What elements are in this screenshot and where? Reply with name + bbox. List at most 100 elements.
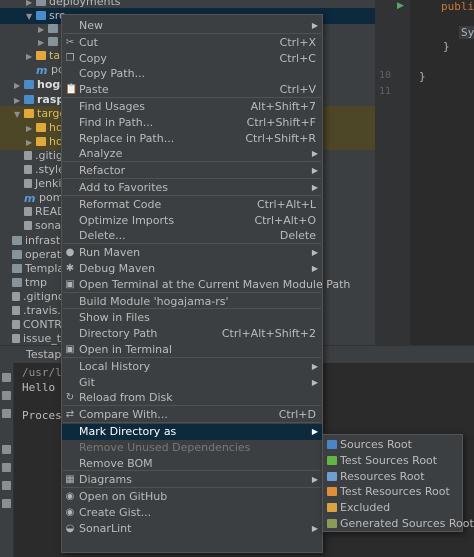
menu-item-shortcut: Ctrl+D — [278, 408, 316, 422]
menu-item-label: Cut — [79, 35, 98, 49]
submenu-item-sources-root[interactable]: Sources Root — [323, 437, 462, 453]
print-icon[interactable] — [2, 481, 11, 490]
tree-item-label: tmp — [25, 276, 48, 289]
menu-item-show-in-files[interactable]: Show in Files — [62, 310, 322, 326]
menu-separator — [63, 487, 321, 489]
menu-separator — [63, 194, 321, 196]
menu-item-debug-maven[interactable]: ✱ Debug Maven ▶ — [62, 261, 322, 277]
line-number: 11 — [379, 86, 392, 97]
submenu-item-resources-root[interactable]: Resources Root — [323, 469, 462, 485]
folder-icon — [327, 440, 337, 449]
folder-icon — [327, 471, 337, 481]
folder-icon — [12, 250, 22, 259]
menu-item-label: Open Terminal at the Current Maven Modul… — [79, 277, 351, 291]
menu-item-local-history[interactable]: Local History ▶ — [62, 359, 322, 375]
submenu-item-label: Test Sources Root — [340, 453, 438, 467]
edit-icon[interactable] — [2, 373, 11, 382]
menu-item-shortcut: Ctrl+Alt+L — [256, 197, 316, 211]
menu-item-create-gist[interactable]: ◉ Create Gist... — [62, 505, 322, 521]
submenu-item-test-resources-root[interactable]: Test Resources Root — [323, 484, 462, 500]
menu-separator — [63, 405, 321, 407]
menu-item-replace-in-path[interactable]: Replace in Path... Ctrl+Shift+R — [62, 131, 322, 147]
menu-item-sonarlint[interactable]: ◒ SonarLint ▶ — [62, 521, 322, 537]
wrap-icon[interactable] — [2, 445, 11, 454]
terminal-icon: ▣ — [65, 344, 75, 355]
menu-item-paste[interactable]: 📋 Paste Ctrl+V — [62, 82, 322, 98]
menu-item-open-on-github[interactable]: ◉ Open on GitHub — [62, 489, 322, 505]
menu-item-remove-bom[interactable]: Remove BOM — [62, 456, 322, 472]
menu-item-new[interactable]: New ▶ — [62, 18, 322, 34]
menu-item-label: Copy — [79, 51, 107, 65]
menu-item-reformat-code[interactable]: Reformat Code Ctrl+Alt+L — [62, 197, 322, 213]
code-brace: } — [419, 70, 426, 83]
menu-item-label: Git — [79, 375, 95, 389]
menu-separator — [63, 178, 321, 179]
delete-icon[interactable] — [2, 499, 11, 508]
folder-icon — [12, 264, 22, 273]
file-icon — [12, 292, 20, 301]
menu-separator — [63, 291, 321, 293]
menu-item-open-terminal-at-the-current-maven-module-path[interactable]: ▣ Open Terminal at the Current Maven Modu… — [62, 277, 350, 293]
menu-item-shortcut: Ctrl+Shift+F — [246, 115, 316, 129]
folder-icon — [36, 11, 46, 20]
folder-icon — [36, 0, 46, 6]
maven-debug-icon: ✱ — [65, 263, 75, 274]
menu-item-compare-with[interactable]: ⇄ Compare With... Ctrl+D — [62, 407, 322, 423]
console-toolbar — [0, 363, 14, 557]
menu-item-label: Debug Maven — [79, 262, 156, 275]
mark-directory-submenu[interactable]: Sources Root Test Sources Root Resources R… — [322, 434, 474, 532]
run-gutter-icon[interactable]: ▶ — [397, 1, 404, 11]
menu-item-directory-path[interactable]: Directory Path Ctrl+Alt+Shift+2 — [62, 326, 322, 342]
submenu-item-generated-sources-root[interactable]: Generated Sources Root — [323, 516, 474, 532]
folder-icon — [327, 487, 337, 497]
menu-item-label: Paste — [79, 83, 109, 97]
context-menu[interactable]: New ▶ ✂ Cut Ctrl+X ❐ Copy Ctrl+C Copy Path... 📋 Pa… — [61, 14, 350, 553]
scroll-icon[interactable] — [2, 463, 11, 472]
menu-item-copy-path[interactable]: Copy Path... — [62, 66, 322, 82]
menu-item-cut[interactable]: ✂ Cut Ctrl+X — [62, 35, 322, 51]
menu-item-label: Build Module 'hogajama-rs' — [79, 294, 229, 308]
menu-item-diagrams[interactable]: ▦ Diagrams ▶ — [62, 472, 322, 488]
menu-item-label: Optimize Imports — [79, 213, 175, 227]
diagram-icon: ▦ — [65, 474, 75, 486]
menu-item-analyze[interactable]: Analyze ▶ — [62, 146, 322, 162]
down-icon[interactable] — [2, 409, 11, 418]
menu-item-label: Create Gist... — [79, 506, 152, 519]
code-editor[interactable]: ▶ 10 11 publi Sy } } — [375, 0, 474, 345]
menu-item-open-in-terminal[interactable]: ▣ Open in Terminal — [62, 342, 322, 358]
submenu-item-label: Sources Root — [340, 438, 412, 451]
submenu-item-test-sources-root[interactable]: Test Sources Root — [323, 453, 462, 469]
file-icon — [12, 320, 20, 329]
menu-item-refactor[interactable]: Refactor ▶ — [62, 163, 322, 179]
code-token: Sy — [459, 26, 474, 39]
menu-item-remove-unused-dependencies[interactable]: Remove Unused Dependencies — [62, 440, 322, 456]
menu-item-label: Open in Terminal — [79, 343, 172, 356]
submenu-item-excluded[interactable]: Excluded — [323, 500, 462, 516]
menu-item-optimize-imports[interactable]: Optimize Imports Ctrl+Alt+O — [62, 213, 322, 229]
submenu-arrow-icon: ▶ — [311, 264, 318, 273]
menu-item-find-usages[interactable]: Find Usages Alt+Shift+7 — [62, 99, 322, 115]
menu-item-shortcut: Ctrl+X — [279, 35, 316, 49]
menu-item-find-in-path[interactable]: Find in Path... Ctrl+Shift+F — [62, 115, 322, 131]
up-icon[interactable] — [2, 391, 11, 400]
copy-icon: ❐ — [65, 52, 75, 64]
menu-item-git[interactable]: Git ▶ — [62, 375, 322, 391]
menu-item-reload-from-disk[interactable]: ↻ Reload from Disk — [62, 390, 322, 406]
menu-item-label: Open on GitHub — [79, 490, 168, 504]
menu-separator — [63, 97, 321, 98]
code-brace: } — [443, 40, 450, 53]
menu-item-add-to-favorites[interactable]: Add to Favorites ▶ — [62, 180, 322, 196]
menu-item-label: Local History — [79, 359, 151, 373]
menu-item-label: Reformat Code — [79, 197, 162, 211]
submenu-arrow-icon: ▶ — [311, 475, 318, 485]
menu-item-build-module-hogajama-rs[interactable]: Build Module 'hogajama-rs' — [62, 294, 322, 310]
sonarlint-icon: ◒ — [65, 522, 75, 534]
menu-item-label: Show in Files — [79, 311, 150, 325]
menu-item-copy[interactable]: ❐ Copy Ctrl+C — [62, 51, 322, 67]
menu-item-run-maven[interactable]: ● Run Maven ▶ — [62, 245, 322, 261]
submenu-item-label: Generated Sources Root — [340, 517, 474, 530]
line-number: 10 — [379, 70, 392, 81]
menu-item-mark-directory-as[interactable]: Mark Directory as ▶ — [62, 424, 322, 440]
compare-icon: ⇄ — [65, 409, 75, 421]
menu-item-delete[interactable]: Delete... Delete — [62, 228, 322, 244]
